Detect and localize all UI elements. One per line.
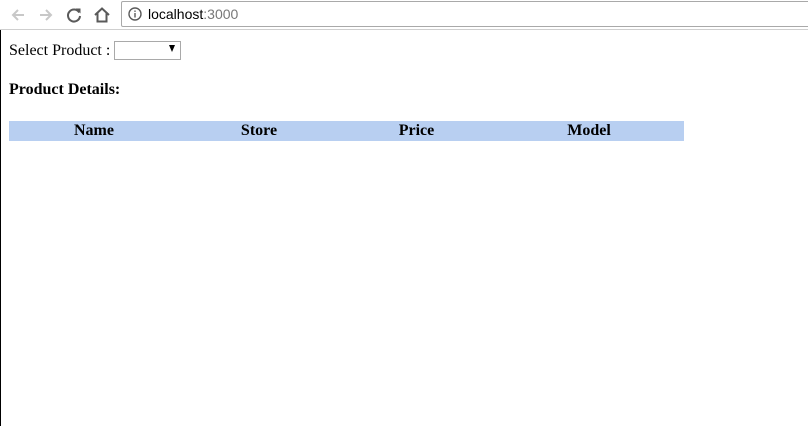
column-header-price: Price <box>339 121 494 141</box>
url-port: :3000 <box>203 6 239 22</box>
home-icon <box>94 7 110 23</box>
product-select-row: Select Product : <box>9 41 182 60</box>
product-table: Name Store Price Model <box>9 121 684 141</box>
dropdown-arrow-icon <box>169 45 176 52</box>
product-select[interactable] <box>114 41 182 60</box>
select-product-label: Select Product : <box>9 41 111 59</box>
home-button[interactable] <box>91 4 113 26</box>
url-text[interactable]: localhost:3000 <box>148 6 238 22</box>
product-details-heading: Product Details: <box>9 81 121 98</box>
address-bar[interactable]: localhost:3000 <box>121 1 808 27</box>
info-icon[interactable] <box>128 7 142 21</box>
forward-button[interactable] <box>35 4 57 26</box>
window-left-border <box>0 0 1 426</box>
back-button[interactable] <box>7 4 29 26</box>
back-arrow-icon <box>11 9 24 21</box>
forward-arrow-icon <box>40 9 53 21</box>
column-header-store: Store <box>179 121 339 141</box>
column-header-model: Model <box>494 121 684 141</box>
column-header-name: Name <box>9 121 179 141</box>
browser-toolbar: localhost:3000 <box>0 0 808 30</box>
reload-icon <box>67 8 81 23</box>
table-header-row: Name Store Price Model <box>9 121 684 141</box>
reload-button[interactable] <box>63 4 85 26</box>
url-host: localhost <box>148 6 204 22</box>
